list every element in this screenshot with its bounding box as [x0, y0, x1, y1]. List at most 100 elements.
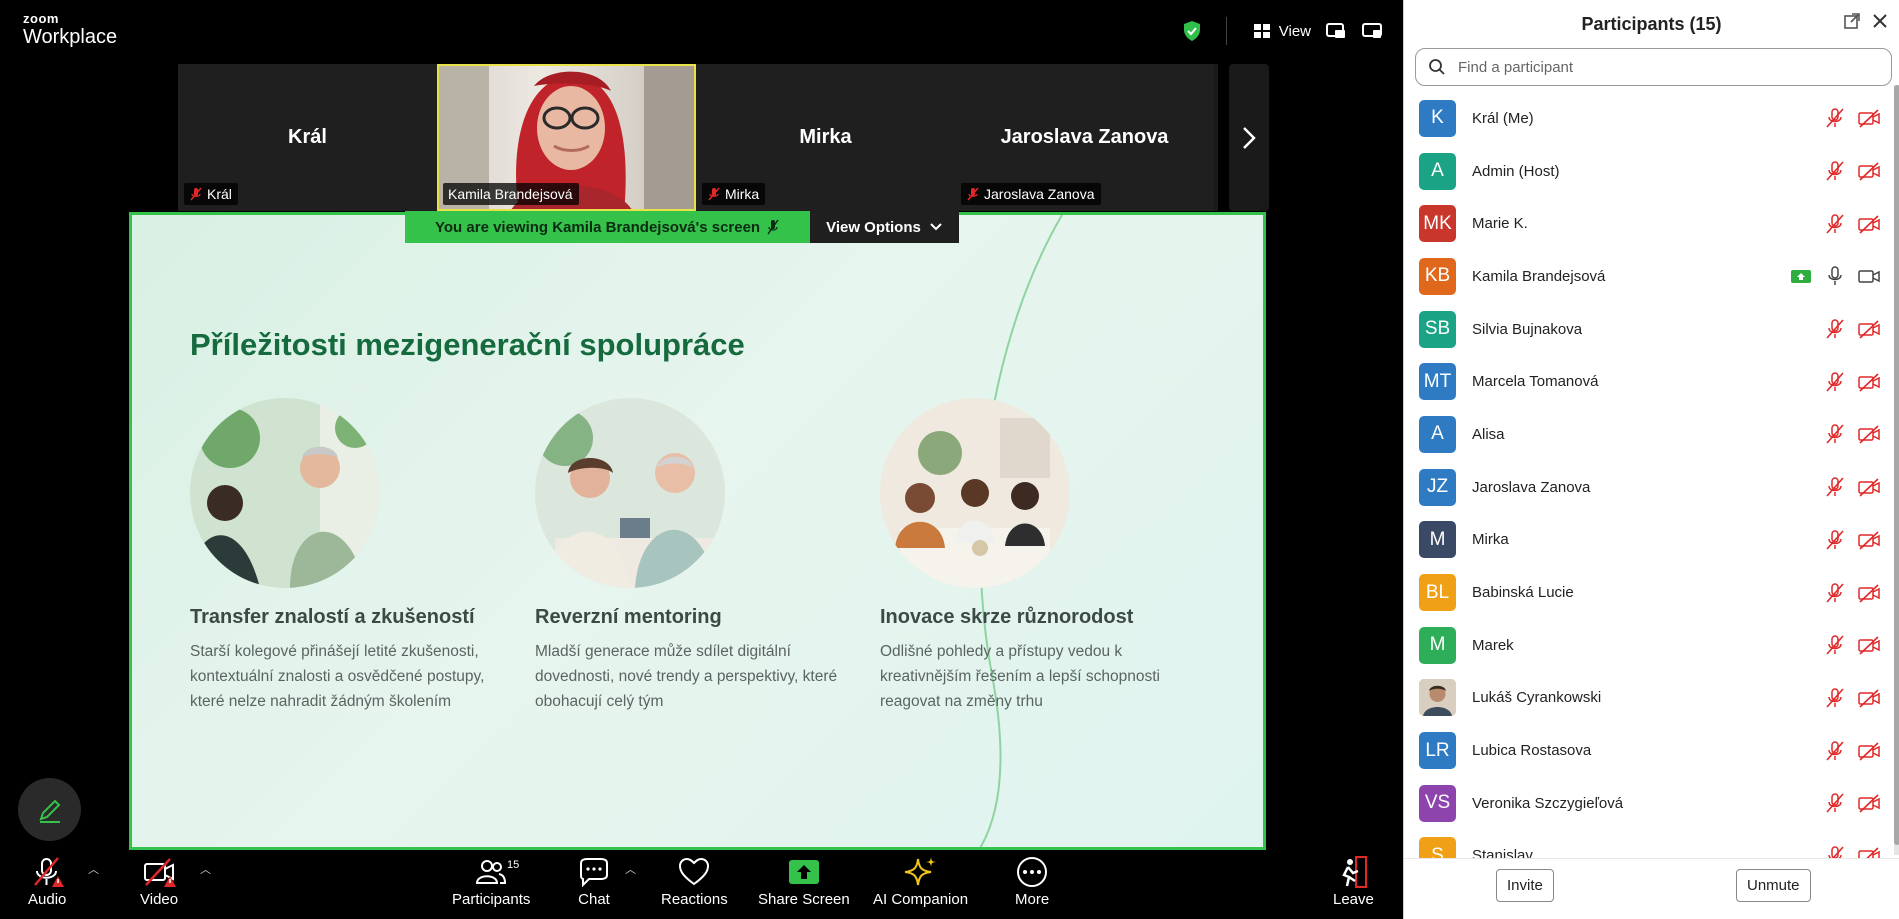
more-icon — [1017, 857, 1048, 887]
audio-options-caret[interactable]: ︿ — [88, 861, 99, 877]
slide-title: Příležitosti mezigenerační spolupráce — [190, 327, 745, 362]
participant-row[interactable]: M Mirka — [1404, 514, 1894, 567]
avatar: A — [1419, 415, 1456, 453]
heart-icon — [679, 857, 710, 886]
ai-companion-button[interactable]: AI Companion — [873, 855, 968, 908]
video-button[interactable]: Video — [140, 855, 178, 908]
video-options-caret[interactable]: ︿ — [200, 861, 211, 877]
video-thumbnail-strip: Král Král Kamila Brandejsová Mirka Mirka… — [178, 64, 1218, 211]
participant-row[interactable]: MK Marie K. — [1404, 197, 1894, 250]
slide-photo — [535, 398, 725, 588]
participant-status-icons — [1824, 160, 1880, 182]
participant-row[interactable]: S Stanislav — [1404, 830, 1894, 858]
participant-name: Marie K. — [1472, 215, 1528, 233]
participant-status-icons — [1824, 423, 1880, 445]
video-off-icon — [1858, 742, 1880, 761]
participant-row[interactable]: M Marek — [1404, 619, 1894, 672]
zoom-window: zoom Workplace View Král Král Kamila Bra… — [0, 0, 1899, 919]
column-heading: Transfer znalostí a zkušeností — [190, 606, 475, 628]
unmute-button[interactable]: Unmute — [1736, 869, 1811, 902]
avatar: KB — [1419, 257, 1456, 295]
participant-row[interactable]: KB Kamila Brandejsová — [1404, 250, 1894, 303]
muted-mic-icon — [967, 187, 979, 201]
video-off-icon — [1858, 583, 1880, 603]
participant-status-icons — [1824, 476, 1880, 498]
close-icon[interactable] — [1871, 12, 1889, 30]
reactions-label: Reactions — [661, 891, 728, 908]
avatar: M — [1419, 521, 1456, 559]
screen-share-banner: You are viewing Kamila Brandejsová's scr… — [405, 211, 959, 243]
reactions-button[interactable]: Reactions — [661, 855, 728, 908]
participant-row[interactable]: BL Babinská Lucie — [1404, 566, 1894, 619]
participant-row[interactable]: LR Lubica Rostasova — [1404, 724, 1894, 777]
participant-row[interactable]: K Král (Me) — [1404, 92, 1894, 145]
video-tile[interactable]: Král Král — [178, 64, 437, 211]
participant-row[interactable]: SB Silvia Bujnakova — [1404, 303, 1894, 356]
participant-name: Stanislav — [1472, 847, 1533, 858]
tile-tag-label: Král — [207, 186, 232, 202]
chat-options-caret[interactable]: ︿ — [625, 861, 636, 877]
tile-name-tag: Král — [184, 183, 238, 205]
participant-row[interactable]: VS Veronika Szczygieľová — [1404, 777, 1894, 830]
panel-footer: Invite Unmute — [1404, 858, 1899, 919]
next-page-button[interactable] — [1229, 64, 1269, 211]
avatar: K — [1419, 99, 1456, 137]
pop-out-icon[interactable] — [1843, 12, 1861, 30]
participant-list-scrollbar[interactable] — [1894, 85, 1899, 855]
participant-status-icons — [1824, 634, 1880, 656]
video-camera-icon — [1858, 270, 1880, 284]
profile-photo — [1419, 679, 1456, 717]
participant-status-icons — [1824, 213, 1880, 235]
shield-icon[interactable] — [1182, 20, 1202, 42]
chevron-right-icon — [1243, 126, 1256, 149]
avatar: JZ — [1419, 468, 1456, 506]
video-tile[interactable]: Jaroslava Zanova Jaroslava Zanova — [955, 64, 1214, 211]
share-screen-icon — [788, 860, 819, 884]
participant-row[interactable]: Lukáš Cyrankowski — [1404, 672, 1894, 725]
scrollbar-thumb[interactable] — [1894, 85, 1899, 845]
picture-in-picture-icon[interactable] — [1325, 21, 1347, 41]
viewing-indicator: You are viewing Kamila Brandejsová's scr… — [405, 211, 811, 243]
avatar: LR — [1419, 732, 1456, 770]
participant-status-icons — [1790, 265, 1880, 287]
annotate-button[interactable] — [18, 778, 81, 841]
participant-search[interactable] — [1415, 48, 1892, 86]
participant-status-icons — [1824, 845, 1880, 858]
avatar: SB — [1419, 310, 1456, 348]
participant-status-icons — [1824, 792, 1880, 814]
participant-status-icons — [1824, 371, 1880, 393]
participant-name: Veronika Szczygieľová — [1472, 794, 1624, 812]
share-screen-label: Share Screen — [758, 891, 850, 908]
divider — [1225, 17, 1227, 45]
column-heading: Reverzní mentoring — [535, 606, 722, 628]
participant-status-icons — [1824, 687, 1880, 709]
fullscreen-toggle-icon[interactable] — [1361, 21, 1383, 41]
leave-button[interactable]: Leave — [1333, 855, 1374, 908]
participant-row[interactable]: JZ Jaroslava Zanova — [1404, 461, 1894, 514]
avatar: BL — [1419, 574, 1456, 612]
slide-column: Inovace skrze různorodost Odlišné pohled… — [880, 398, 1210, 714]
participant-row[interactable]: A Alisa — [1404, 408, 1894, 461]
search-input[interactable] — [1458, 58, 1858, 76]
view-options-button[interactable]: View Options — [810, 211, 959, 243]
participant-name: Alisa — [1472, 425, 1505, 443]
video-tile[interactable]: Mirka Mirka — [696, 64, 955, 211]
video-tile-active-speaker[interactable]: Kamila Brandejsová — [437, 64, 696, 211]
muted-mic-icon — [1826, 161, 1844, 181]
more-button[interactable]: More — [1015, 855, 1049, 908]
participant-row[interactable]: MT Marcela Tomanová — [1404, 355, 1894, 408]
avatar: A — [1419, 152, 1456, 190]
view-button[interactable]: View — [1251, 21, 1311, 41]
meeting-toolbar: Audio ︿ Video ︿ Participants 15 Chat ︿ R… — [0, 851, 1403, 919]
audio-button[interactable]: Audio — [28, 855, 66, 908]
share-screen-button[interactable]: Share Screen — [758, 855, 850, 908]
muted-mic-icon — [34, 857, 65, 887]
muted-mic-icon — [708, 187, 720, 201]
participant-row[interactable]: A Admin (Host) — [1404, 145, 1894, 198]
participant-name: Lukáš Cyrankowski — [1472, 689, 1602, 707]
muted-mic-icon — [1826, 793, 1844, 813]
sparkle-icon — [904, 857, 936, 886]
tile-name: Mirka — [799, 126, 852, 148]
chat-button[interactable]: Chat — [577, 855, 611, 908]
invite-button[interactable]: Invite — [1496, 869, 1554, 902]
